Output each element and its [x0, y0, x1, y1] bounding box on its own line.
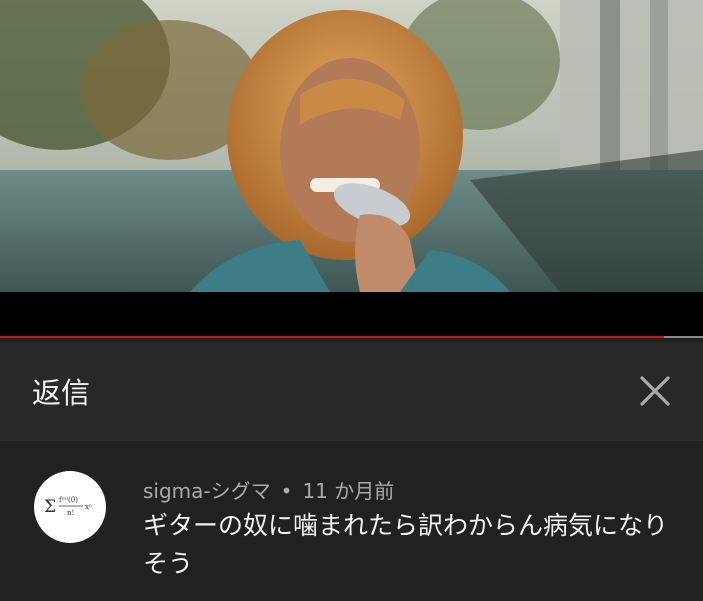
- comment-time: 11 か月前: [302, 479, 395, 503]
- comment-text: ギターの奴に噛まれたら訳わからん病気になりそう: [143, 511, 669, 578]
- comment-meta: sigma-シグマ • 11 か月前: [143, 475, 394, 504]
- video-progress-played: [0, 336, 665, 338]
- sigma-formula-avatar-icon: Σ f⁽ⁿ⁾(0) n! xⁿ: [44, 495, 92, 517]
- comment-item: Σ f⁽ⁿ⁾(0) n! xⁿ sigma-シグマ • 11 か月前 ギターの奴に噛…: [0, 441, 703, 601]
- close-button[interactable]: [636, 372, 674, 410]
- video-progress-bar[interactable]: [0, 336, 703, 338]
- close-icon: [640, 376, 670, 406]
- svg-text:xⁿ: xⁿ: [85, 503, 92, 511]
- meta-separator: •: [280, 479, 293, 503]
- video-player[interactable]: [0, 0, 703, 338]
- svg-text:n!: n!: [67, 509, 74, 517]
- svg-text:Σ: Σ: [44, 497, 56, 517]
- replies-title: 返信: [32, 376, 91, 410]
- video-frame: [0, 0, 703, 292]
- comment-author[interactable]: sigma-シグマ: [143, 479, 271, 503]
- replies-header: 返信: [0, 342, 703, 440]
- avatar[interactable]: Σ f⁽ⁿ⁾(0) n! xⁿ: [34, 471, 106, 543]
- svg-text:f⁽ⁿ⁾(0): f⁽ⁿ⁾(0): [59, 495, 78, 504]
